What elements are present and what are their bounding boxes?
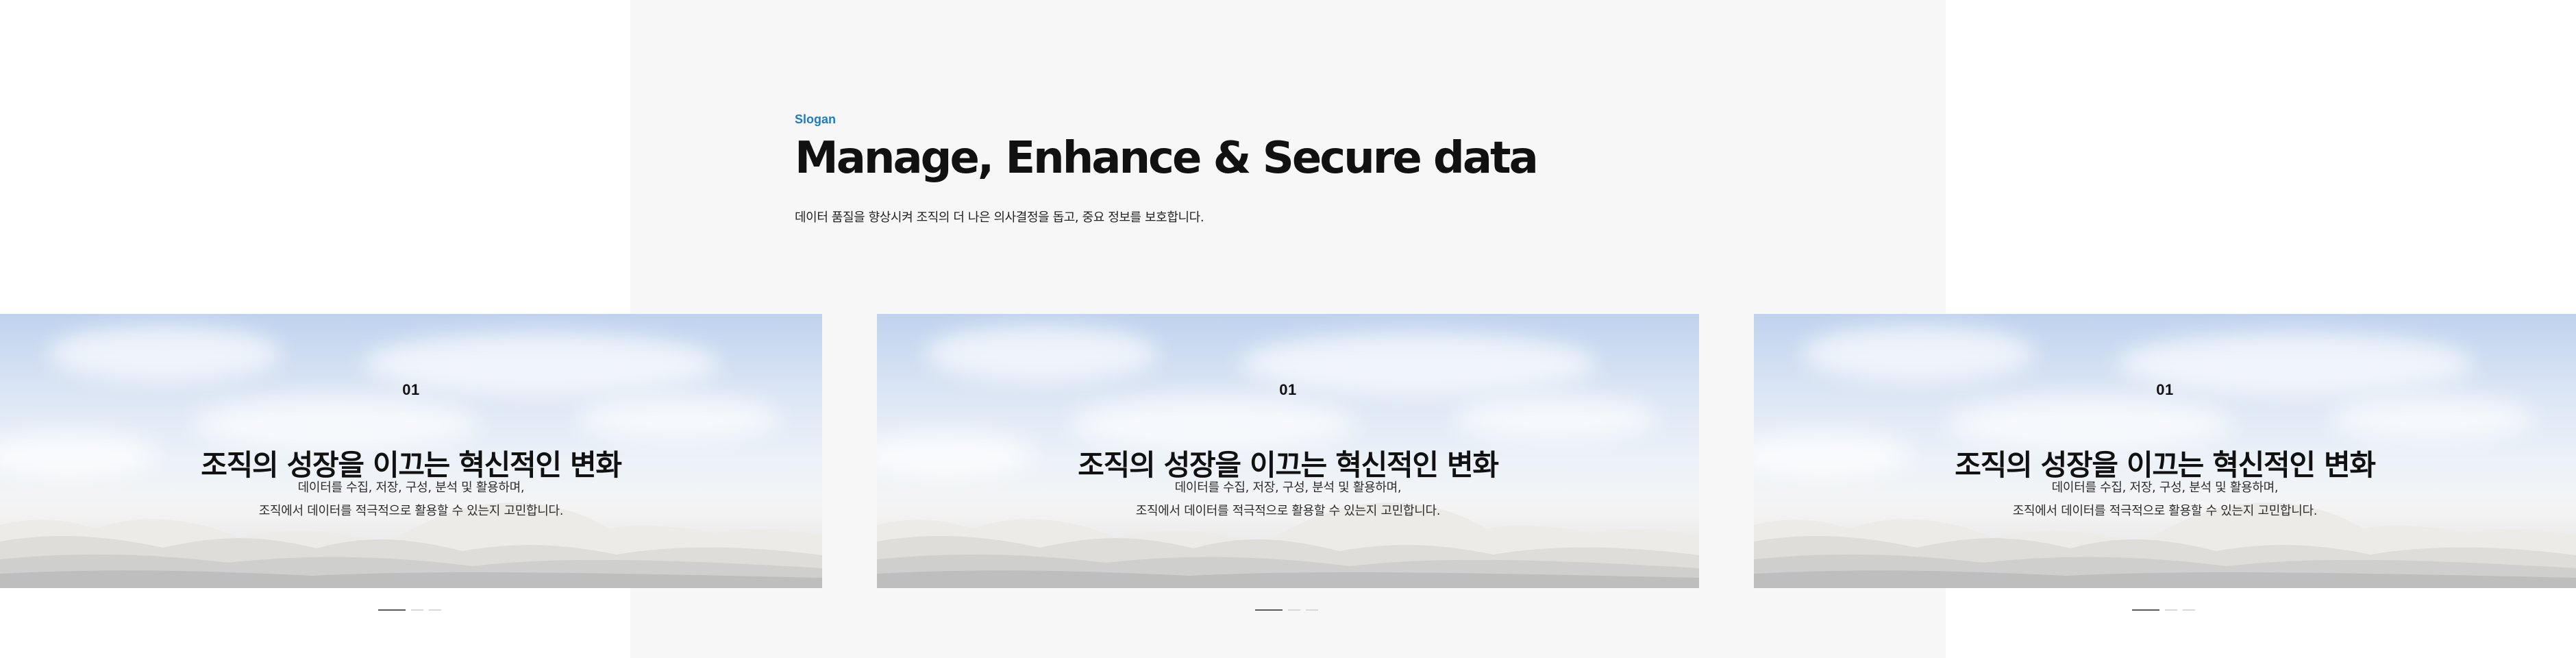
- slide-description-line-1: 데이터를 수집, 저장, 구성, 분석 및 활용하며,: [2051, 480, 2279, 495]
- cloud-shape: [48, 326, 281, 381]
- slide-pagination: [378, 606, 460, 614]
- slogan-label: Slogan: [795, 112, 837, 126]
- cloud-shape: [925, 326, 1158, 381]
- slide-content: 01 조직의 성장을 이끄는 혁신적인 변화 데이터를 수집, 저장, 구성, …: [0, 381, 822, 518]
- pagination-bullet[interactable]: [1288, 609, 1300, 611]
- slide-description-line-2: 조직에서 데이터를 적극적으로 활용할 수 있는지 고민합니다.: [258, 504, 564, 518]
- slide-description-line-1: 데이터를 수집, 저장, 구성, 분석 및 활용하며,: [1174, 480, 1402, 495]
- slide-pagination: [1255, 606, 1337, 614]
- hero-title: Manage, Enhance & Secure data: [795, 133, 1539, 184]
- slide-description-line-2: 조직에서 데이터를 적극적으로 활용할 수 있는지 고민합니다.: [1135, 504, 1441, 518]
- slide-description-line-2: 조직에서 데이터를 적극적으로 활용할 수 있는지 고민합니다.: [2012, 504, 2318, 518]
- slide-content: 01 조직의 성장을 이끄는 혁신적인 변화 데이터를 수집, 저장, 구성, …: [877, 381, 1699, 518]
- slide-pagination: [2132, 606, 2214, 614]
- slide-number: 01: [1279, 381, 1297, 398]
- slide-number: 01: [2156, 381, 2174, 398]
- desert-slide-left[interactable]: 01 조직의 성장을 이끄는 혁신적인 변화 데이터를 수집, 저장, 구성, …: [0, 314, 822, 588]
- pagination-bullet-active[interactable]: [1255, 609, 1283, 611]
- pagination-bullet[interactable]: [2183, 609, 2195, 611]
- pagination-bullet[interactable]: [411, 609, 423, 611]
- desert-slide-right[interactable]: 01 조직의 성장을 이끄는 혁신적인 변화 데이터를 수집, 저장, 구성, …: [1754, 314, 2576, 588]
- slide-content: 01 조직의 성장을 이끄는 혁신적인 변화 데이터를 수집, 저장, 구성, …: [1754, 381, 2576, 518]
- desert-slide-center[interactable]: 01 조직의 성장을 이끄는 혁신적인 변화 데이터를 수집, 저장, 구성, …: [877, 314, 1699, 588]
- slide-number: 01: [402, 381, 420, 398]
- pagination-bullet[interactable]: [2165, 609, 2177, 611]
- pagination-bullet-active[interactable]: [378, 609, 406, 611]
- pagination-bullet-active[interactable]: [2132, 609, 2159, 611]
- pagination-bullet[interactable]: [1306, 609, 1318, 611]
- slide-description-line-1: 데이터를 수집, 저장, 구성, 분석 및 활용하며,: [297, 480, 525, 495]
- pagination-bullet[interactable]: [429, 609, 441, 611]
- hero-subtitle: 데이터 품질을 향상시켜 조직의 더 나은 의사결정을 돕고, 중요 정보를 보…: [795, 210, 1204, 225]
- cloud-shape: [1802, 326, 2035, 381]
